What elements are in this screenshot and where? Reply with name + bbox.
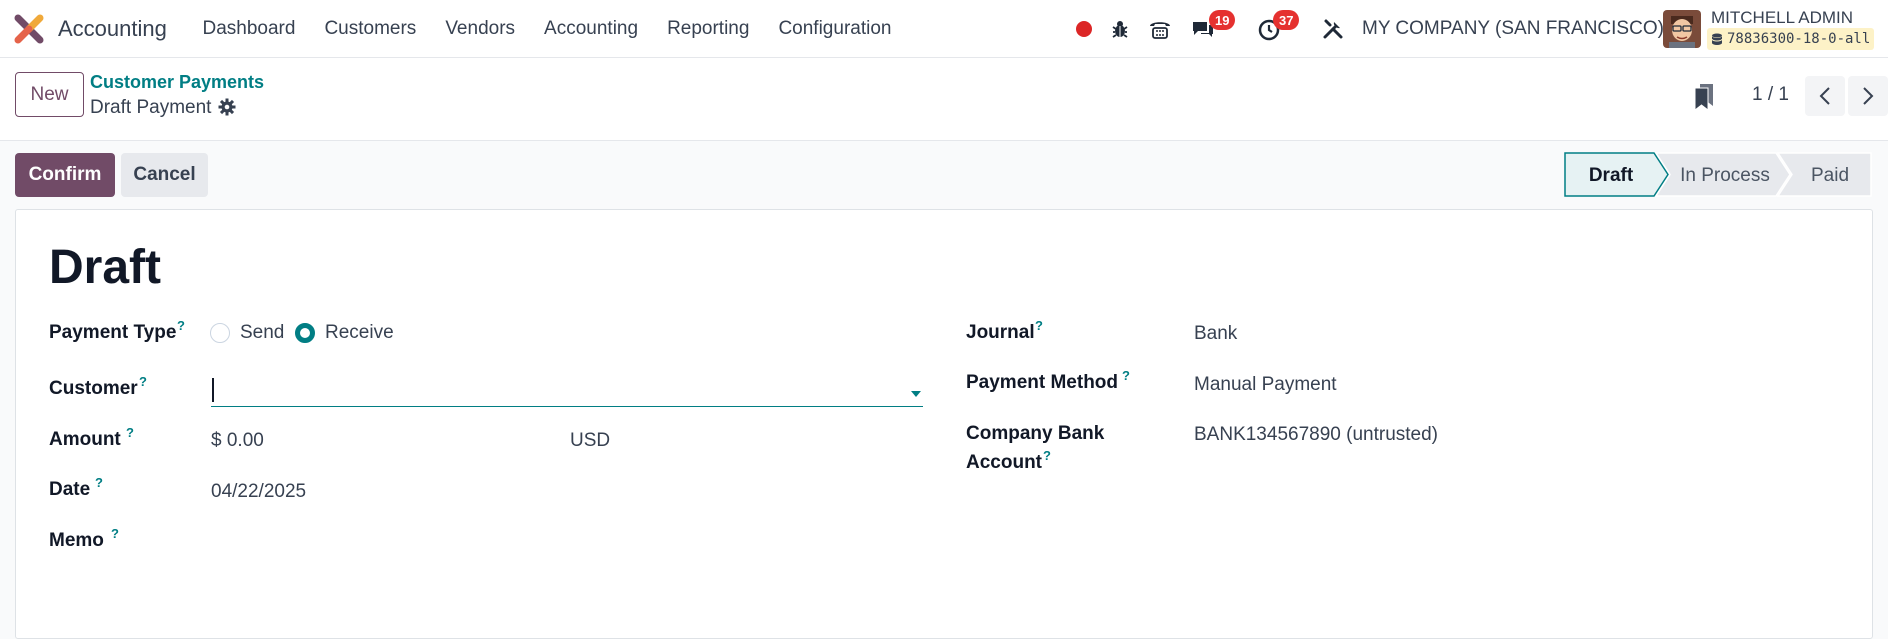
company-bank-account-label-line2: Account [966, 452, 1042, 473]
stage-paid[interactable]: Paid [1776, 152, 1872, 197]
payment-type-send-radio[interactable] [210, 323, 230, 343]
payment-method-value[interactable]: Manual Payment [1194, 374, 1337, 396]
database-name: 78836300-18-0-all [1727, 31, 1871, 47]
database-badge: 78836300-18-0-all [1707, 28, 1875, 50]
database-icon [1711, 33, 1723, 45]
pager-previous-button[interactable] [1805, 76, 1845, 116]
tools-icon[interactable] [1320, 16, 1346, 42]
menu-item-vendors[interactable]: Vendors [431, 18, 530, 40]
stage-paid-label: Paid [1811, 165, 1849, 186]
stage-in-process[interactable]: In Process [1654, 152, 1791, 197]
customer-input[interactable] [211, 375, 923, 407]
form-sheet [15, 209, 1873, 639]
customer-help-tooltip[interactable]: ? [139, 374, 147, 389]
top-navbar: Accounting Dashboard Customers Vendors A… [0, 0, 1888, 58]
menu-item-accounting[interactable]: Accounting [530, 18, 653, 40]
company-bank-account-label-line1: Company Bank [966, 423, 1105, 444]
breadcrumb-customer-payments[interactable]: Customer Payments [90, 72, 264, 93]
journal-value[interactable]: Bank [1194, 323, 1237, 345]
journal-label: Journal [966, 322, 1035, 343]
recording-dot-icon[interactable] [1071, 16, 1097, 42]
stage-draft[interactable]: Draft [1564, 152, 1669, 197]
user-avatar[interactable] [1663, 10, 1701, 48]
stage-in-process-label: In Process [1680, 165, 1770, 186]
company-bank-account-help-tooltip[interactable]: ? [1043, 448, 1051, 463]
journal-help-tooltip[interactable]: ? [1035, 318, 1043, 333]
company-switcher[interactable]: MY COMPANY (SAN FRANCISCO) [1362, 18, 1664, 40]
bookmarks-icon[interactable] [1692, 82, 1716, 112]
customer-dropdown-arrow-icon[interactable] [910, 390, 922, 398]
payment-type-receive-label[interactable]: Receive [325, 322, 394, 344]
pager-value[interactable]: 1 / 1 [1752, 84, 1789, 106]
phone-icon[interactable] [1147, 16, 1173, 42]
text-cursor [212, 378, 214, 402]
amount-value[interactable]: $ 0.00 [211, 430, 264, 452]
date-value[interactable]: 04/22/2025 [211, 481, 306, 503]
record-title: Draft [49, 241, 162, 294]
user-name[interactable]: MITCHELL ADMIN [1711, 8, 1853, 28]
memo-help-tooltip[interactable]: ? [111, 526, 119, 541]
amount-label: Amount [49, 429, 121, 450]
status-stages: Draft In Process Paid [1564, 152, 1872, 197]
payment-method-label: Payment Method [966, 372, 1119, 393]
menu-item-configuration[interactable]: Configuration [764, 18, 906, 40]
customer-label: Customer [49, 378, 138, 399]
chevron-right-icon [1863, 87, 1874, 105]
menu-item-reporting[interactable]: Reporting [653, 18, 764, 40]
stage-draft-label: Draft [1589, 165, 1634, 186]
messages-count-badge: 19 [1209, 10, 1236, 30]
menu-item-customers[interactable]: Customers [310, 18, 431, 40]
chevron-left-icon [1819, 87, 1830, 105]
menu-item-dashboard[interactable]: Dashboard [188, 18, 310, 40]
amount-help-tooltip[interactable]: ? [126, 425, 134, 440]
company-bank-account-value[interactable]: BANK134567890 (untrusted) [1194, 424, 1438, 446]
currency-value[interactable]: USD [570, 430, 610, 452]
cancel-button[interactable]: Cancel [121, 153, 208, 197]
gear-icon[interactable] [218, 98, 236, 116]
control-panel [0, 58, 1888, 141]
date-label: Date [49, 479, 91, 500]
confirm-button[interactable]: Confirm [15, 153, 115, 197]
payment-type-help-tooltip[interactable]: ? [177, 318, 185, 333]
payment-type-receive-radio[interactable] [295, 323, 315, 343]
new-button[interactable]: New [15, 72, 84, 117]
main-menu: Dashboard Customers Vendors Accounting R… [188, 0, 906, 58]
accounting-app-icon[interactable] [14, 14, 44, 44]
app-name[interactable]: Accounting [58, 16, 167, 42]
breadcrumb-current-record: Draft Payment [90, 97, 212, 118]
date-help-tooltip[interactable]: ? [95, 475, 103, 490]
memo-label: Memo [49, 530, 104, 551]
activities-count-badge: 37 [1273, 10, 1300, 30]
payment-type-send-label[interactable]: Send [240, 322, 284, 344]
payment-method-help-tooltip[interactable]: ? [1122, 368, 1130, 383]
debug-bug-icon[interactable] [1107, 16, 1133, 42]
pager-next-button[interactable] [1848, 76, 1888, 116]
payment-type-label: Payment Type [49, 322, 177, 343]
